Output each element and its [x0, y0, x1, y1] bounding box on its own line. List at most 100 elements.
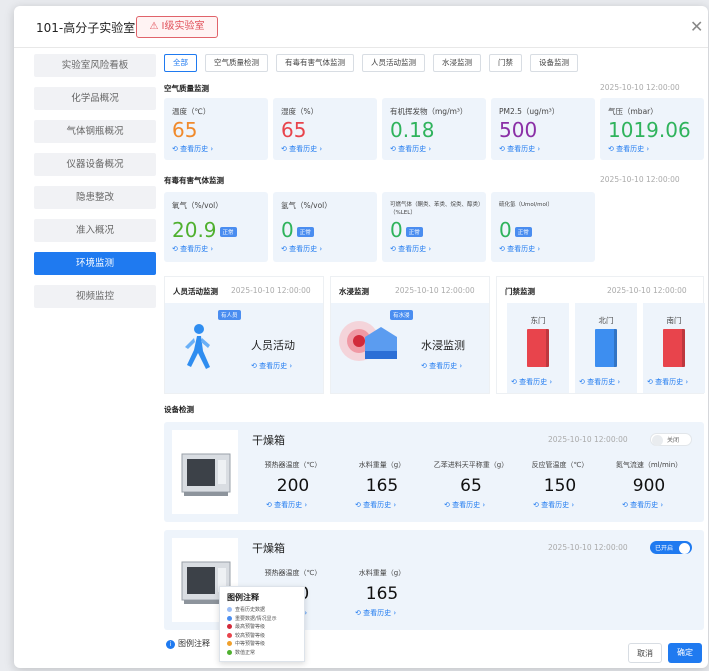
device-history-link[interactable]: ⟲ 查看历史 › [355, 608, 396, 618]
gas-label: 氢气（%/vol） [281, 201, 332, 210]
history-label: 查看历史 [363, 609, 392, 617]
cancel-button[interactable]: 取消 [628, 643, 662, 663]
tab-filter[interactable]: 全部 [164, 54, 197, 72]
sidebar-item[interactable]: 实验室风险看板 [34, 54, 156, 77]
water-history-link[interactable]: ⟲ 查看历史 › [421, 361, 462, 371]
air-metric-card: 温度（℃） 65 ⟲ 查看历史 › [164, 98, 268, 160]
history-label: 查看历史 [655, 378, 684, 386]
legend-item: 较高预警等级 [227, 632, 297, 641]
device-date: 2025-10-10 12:00:00 [548, 543, 628, 552]
air-section-title: 空气质量监测 [164, 84, 209, 93]
gas-history-link[interactable]: ⟲ 查看历史 › [172, 244, 213, 254]
gas-value-text: 20.9 [172, 218, 217, 242]
history-label: 查看历史 [616, 145, 645, 153]
person-title: 人员活动监测 [173, 287, 218, 296]
air-history-link[interactable]: ⟲ 查看历史 › [608, 144, 649, 154]
history-label: 查看历史 [289, 245, 318, 253]
sidebar-item[interactable]: 准入概况 [34, 219, 156, 242]
info-icon: i [166, 640, 175, 649]
door-icon [663, 329, 685, 367]
water-panel: 水浸监测 2025-10-10 12:00:00 有水浸 水浸监测 ⟲ 查看历史… [330, 276, 490, 394]
water-status: 水浸监测 [421, 339, 465, 352]
legend-link-label: 图例注释 [178, 639, 210, 648]
tab-filter[interactable]: 门禁 [489, 54, 522, 72]
door-history-link[interactable]: ⟲ 查看历史 › [579, 377, 620, 387]
sidebar-item[interactable]: 化学品概况 [34, 87, 156, 110]
history-label: 查看历史 [541, 501, 570, 509]
device-history-link[interactable]: ⟲ 查看历史 › [533, 500, 574, 510]
door-date: 2025-10-10 12:00:00 [607, 286, 687, 295]
device-history-link[interactable]: ⟲ 查看历史 › [622, 500, 663, 510]
door-history-link[interactable]: ⟲ 查看历史 › [647, 377, 688, 387]
person-tag: 有人员 [218, 310, 241, 320]
device-metric-label: 氮气流速（ml/min） [615, 461, 683, 469]
sidebar-item[interactable]: 视频监控 [34, 285, 156, 308]
door-title: 门禁监测 [505, 287, 535, 296]
device-history-link[interactable]: ⟲ 查看历史 › [355, 500, 396, 510]
door-name: 东门 [530, 316, 546, 325]
metric-value: 1019.06 [608, 118, 691, 142]
gas-history-link[interactable]: ⟲ 查看历史 › [390, 244, 431, 254]
device-name: 干燥箱 [252, 434, 285, 447]
walking-person-icon [185, 324, 210, 369]
legend-dot [227, 641, 232, 646]
legend-popup: 图例注释 查看历史数据 重要数据/情况显示 最高预警等级 较高预警等级 中等预警等级 数值… [219, 586, 305, 662]
device-toggle[interactable]: 关闭 [650, 433, 692, 446]
dialog-header: 101-高分子实验室 ⚠ I级实验室 ✕ [14, 6, 708, 48]
device-history-link[interactable]: ⟲ 查看历史 › [266, 500, 307, 510]
sidebar-item[interactable]: 环境监测 [34, 252, 156, 275]
history-label: 查看历史 [630, 501, 659, 509]
metric-label: 温度（℃） [172, 107, 211, 116]
gas-label: 硫化氢（Umol/mol） [499, 202, 553, 208]
history-label: 查看历史 [180, 245, 209, 253]
door-card: 南门 ⟲ 查看历史 › [643, 303, 705, 393]
tab-filter[interactable]: 水浸监测 [433, 54, 481, 72]
device-metric-label: 反应管温度（℃） [531, 461, 589, 469]
sidebar: 实验室风险看板 化学品概况气体钢瓶概况 仪器设备概况 隐患整改准入概况环境监测视频监控 [34, 54, 156, 318]
air-history-link[interactable]: ⟲ 查看历史 › [390, 144, 431, 154]
gas-section-date: 2025-10-10 12:00:00 [600, 175, 680, 184]
person-status: 人员活动 [251, 339, 295, 352]
confirm-button[interactable]: 确定 [668, 643, 702, 663]
sidebar-item[interactable]: 隐患整改 [34, 186, 156, 209]
tab-filter[interactable]: 有毒有害气体监测 [276, 54, 354, 72]
status-pill: 正常 [219, 226, 237, 237]
person-history-link[interactable]: ⟲ 查看历史 › [251, 361, 292, 371]
device-name: 干燥箱 [252, 542, 285, 555]
gas-value: 0 正常 [281, 218, 314, 242]
gas-history-link[interactable]: ⟲ 查看历史 › [499, 244, 540, 254]
air-history-link[interactable]: ⟲ 查看历史 › [172, 144, 213, 154]
device-metric-value: 165 [365, 476, 399, 496]
water-title: 水浸监测 [339, 287, 369, 296]
metric-label: 有机挥发物（mg/m³） [390, 107, 468, 116]
legend-link[interactable]: i 图例注释 [166, 638, 210, 649]
device-metric-value: 165 [365, 584, 399, 604]
toggle-label: 已开启 [655, 545, 674, 552]
tab-filter[interactable]: 空气质量检测 [205, 54, 268, 72]
history-label: 查看历史 [507, 245, 536, 253]
oven-icon [181, 453, 231, 496]
door-history-link[interactable]: ⟲ 查看历史 › [511, 377, 552, 387]
gas-history-link[interactable]: ⟲ 查看历史 › [281, 244, 322, 254]
sidebar-item[interactable]: 气体钢瓶概况 [34, 120, 156, 143]
tab-filter[interactable]: 人员活动监测 [362, 54, 425, 72]
close-icon[interactable]: ✕ [690, 17, 703, 36]
tab-filter[interactable]: 设备监测 [530, 54, 578, 72]
air-history-link[interactable]: ⟲ 查看历史 › [281, 144, 322, 154]
person-date: 2025-10-10 12:00:00 [231, 286, 311, 295]
gas-value: 0 正常 [499, 218, 532, 242]
oven-image [172, 430, 238, 514]
device-metric-value: 65 [460, 476, 482, 496]
device-toggle[interactable]: 已开启 [650, 541, 692, 554]
legend-text: 数值正常 [235, 649, 256, 656]
gas-value-text: 0 [281, 218, 294, 242]
door-panel: 门禁监测 2025-10-10 12:00:00 东门 ⟲ 查看历史 › 北门 ⟲ 查… [496, 276, 705, 394]
water-date: 2025-10-10 12:00:00 [395, 286, 475, 295]
sidebar-item[interactable]: 仪器设备概况 [34, 153, 156, 176]
gas-label: 氧气（%/vol） [172, 201, 223, 210]
legend-item: 数值正常 [227, 649, 297, 658]
gas-value-text: 0 [390, 218, 403, 242]
legend-item: 中等预警等级 [227, 640, 297, 649]
device-history-link[interactable]: ⟲ 查看历史 › [444, 500, 485, 510]
air-history-link[interactable]: ⟲ 查看历史 › [499, 144, 540, 154]
